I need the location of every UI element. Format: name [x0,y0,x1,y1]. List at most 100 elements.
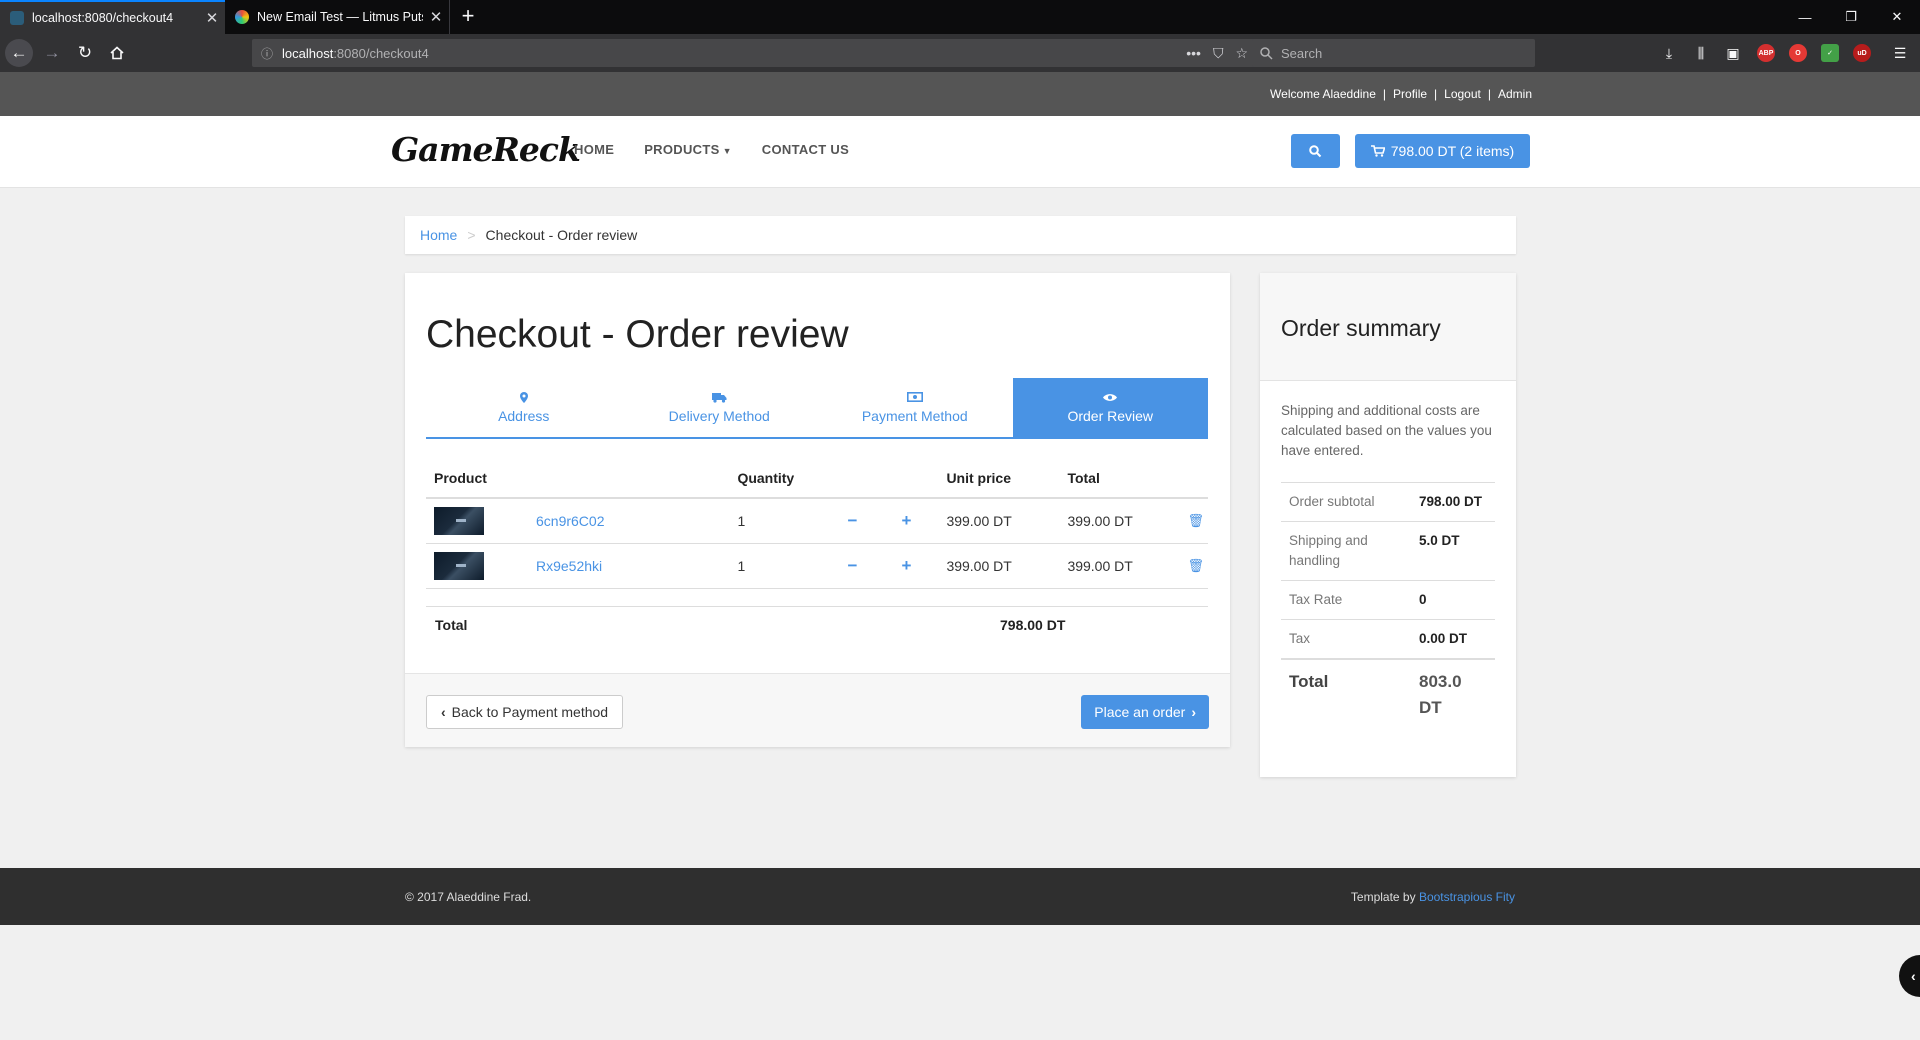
breadcrumb-current: Checkout - Order review [485,227,638,243]
admin-link[interactable]: Admin [1498,87,1532,101]
nav-home[interactable]: HOME [574,142,614,157]
template-credit: Template by Bootstrapious Fity [1350,890,1515,904]
page-title: Checkout - Order review [426,313,849,356]
menu-hamburger-icon[interactable]: ☰ [1891,44,1909,62]
product-thumbnail[interactable] [434,551,484,580]
search-icon [1260,46,1273,60]
order-total-row: Total 798.00 DT [426,606,1208,646]
minimize-button[interactable]: — [1782,0,1828,34]
trash-icon[interactable]: 🗑 [1187,558,1204,573]
reload-icon[interactable]: ↻ [71,39,99,67]
floating-toggle-button[interactable]: ‹ [1899,955,1920,997]
shopping-cart-icon [1370,145,1385,157]
copyright-text: © 2017 Alaeddine Frad. [405,890,532,904]
header-quantity: Quantity [729,458,840,499]
increase-quantity-button[interactable]: + [901,556,911,575]
url-bar[interactable]: ⓘ localhost:8080/checkout4 ••• ⛉ ☆ [252,39,1258,67]
trash-icon[interactable]: 🗑 [1187,513,1204,528]
place-order-button[interactable]: Place an order › [1081,695,1209,729]
breadcrumb-separator: > [467,227,476,243]
browser-tab-active[interactable]: localhost:8080/checkout4 ✕ [0,0,225,34]
summary-row: Tax Rate 0 [1281,580,1495,620]
product-quantity: 1 [729,543,840,589]
order-total-label: Total [435,617,468,633]
ublock-icon[interactable]: uD [1853,44,1871,62]
nav-contact[interactable]: CONTACT US [762,142,849,157]
product-unit-price: 399.00 DT [938,543,1060,589]
breadcrumb-home[interactable]: Home [420,227,457,243]
tab-close-icon[interactable]: ✕ [423,8,449,26]
order-total-value: 798.00 DT [1000,617,1066,633]
summary-value: 0.00 DT [1411,619,1495,659]
site-info-icon[interactable]: ⓘ [252,45,282,62]
increase-quantity-button[interactable]: + [901,511,911,530]
page-actions-icon[interactable]: ••• [1186,45,1201,62]
main-nav: HOME PRODUCTS ▼ CONTACT US [574,142,849,157]
step-address[interactable]: Address [426,378,622,437]
pocket-icon[interactable]: ⛉ [1213,45,1224,62]
tab-title: New Email Test — Litmus Putsi [257,10,423,24]
site-footer: © 2017 Alaeddine Frad. Template by Boots… [0,868,1920,925]
order-summary-table: Order subtotal 798.00 DT Shipping and ha… [1281,482,1495,730]
truck-icon [711,391,727,403]
product-thumbnail[interactable] [434,506,484,535]
order-summary-header: Order summary [1260,273,1516,381]
back-to-payment-button[interactable]: ‹ Back to Payment method [426,695,624,729]
breadcrumb: Home > Checkout - Order review [405,216,1516,254]
summary-total-label: Total [1281,658,1411,730]
eye-icon [1102,391,1118,403]
chevron-right-icon: › [1191,704,1196,720]
step-review[interactable]: Order Review [1012,378,1208,437]
adblock-plus-icon[interactable]: ABP [1757,44,1775,62]
cart-button[interactable]: 798.00 DT (2 items) [1355,134,1530,168]
shield-icon[interactable]: ✓ [1821,44,1839,62]
template-credit-link[interactable]: Bootstrapious Fity [1419,890,1515,904]
summary-total-value: 803.0 DT [1411,658,1495,730]
product-unit-price: 399.00 DT [938,498,1060,544]
order-summary-title: Order summary [1281,315,1441,341]
summary-value: 0 [1411,580,1495,620]
library-icon[interactable]: ⫼ [1692,44,1710,62]
restore-button[interactable]: ❐ [1828,0,1874,34]
chevron-left-icon: ‹ [441,704,446,720]
product-name-link[interactable]: 6cn9r6C02 [528,498,730,544]
step-label: Payment Method [861,408,968,424]
decrease-quantity-button[interactable]: − [847,511,857,530]
forward-icon[interactable]: → [38,39,66,67]
opera-vpn-icon[interactable]: O [1789,44,1807,62]
tab-close-icon[interactable]: ✕ [199,9,225,27]
nav-products[interactable]: PRODUCTS ▼ [644,142,732,157]
separator: | [1382,87,1387,101]
product-name-link[interactable]: Rx9e52hki [528,543,730,589]
summary-label: Tax Rate [1281,580,1411,620]
order-summary-note: Shipping and additional costs are calcul… [1281,403,1492,458]
site-top-strip: Welcome Alaeddine | Profile | Logout | A… [0,72,1920,116]
bookmark-star-icon[interactable]: ☆ [1235,45,1248,62]
browser-tab[interactable]: New Email Test — Litmus Putsi ✕ [225,0,450,34]
profile-link[interactable]: Profile [1393,87,1427,101]
site-search-button[interactable] [1291,134,1340,168]
downloads-icon[interactable]: ⤓ [1660,44,1678,62]
sidebar-icon[interactable]: ▣ [1724,44,1742,62]
new-tab-button[interactable]: + [455,4,481,30]
cart-summary: 798.00 DT (2 items) [1390,143,1515,159]
order-summary-panel: Order summary Shipping and additional co… [1260,273,1516,777]
back-icon[interactable]: ← [5,39,33,67]
logout-link[interactable]: Logout [1444,87,1481,101]
product-total: 399.00 DT [1059,543,1180,589]
step-payment[interactable]: Payment Method [817,378,1013,437]
step-delivery[interactable]: Delivery Method [622,378,818,437]
step-label: Delivery Method [668,408,770,424]
search-input[interactable]: Search [1252,39,1535,67]
header-product: Product [426,458,730,499]
summary-total-row: Total 803.0 DT [1281,658,1495,730]
browser-tab-bar: localhost:8080/checkout4 ✕ New Email Tes… [0,0,1920,34]
close-window-button[interactable]: ✕ [1874,0,1920,34]
checkout-panel: Checkout - Order review Address Delivery… [405,273,1230,747]
home-icon[interactable] [103,39,131,67]
site-logo[interactable]: GameReck [391,130,581,169]
summary-value: 5.0 DT [1411,521,1495,581]
summary-label: Order subtotal [1281,482,1411,522]
map-marker-icon [516,391,532,403]
decrease-quantity-button[interactable]: − [847,556,857,575]
